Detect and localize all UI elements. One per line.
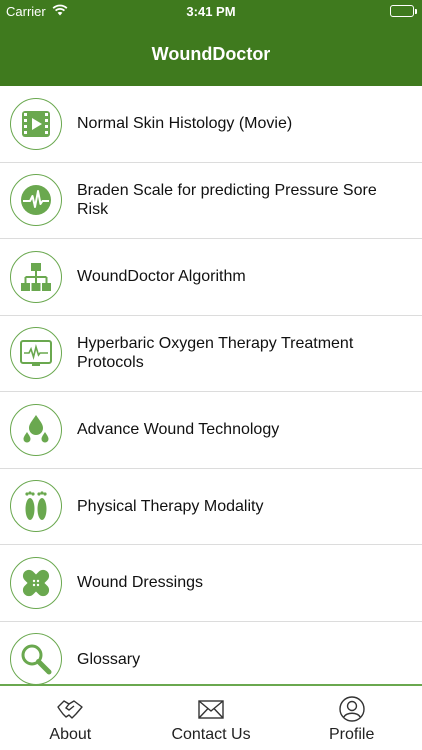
menu-item-label: Braden Scale for predicting Pressure Sor…	[77, 182, 377, 219]
menu-list: Normal Skin Histology (Movie) Braden Sca…	[0, 86, 422, 684]
menu-item-wound-dressings[interactable]: Wound Dressings	[0, 545, 422, 622]
video-icon	[10, 97, 62, 150]
navigation-bar: WoundDoctor	[0, 22, 422, 86]
menu-item-label: Normal Skin Histology (Movie)	[77, 115, 293, 133]
tab-bar: About Contact Us Profile	[0, 684, 422, 750]
tab-profile-label: Profile	[329, 726, 375, 743]
status-time: 3:41 PM	[186, 4, 236, 19]
tab-about[interactable]: About	[0, 686, 141, 750]
menu-item-label: Advance Wound Technology	[77, 421, 280, 439]
menu-item-label: Glossary	[77, 650, 141, 668]
heartbeat-icon	[10, 174, 62, 227]
monitor-icon	[10, 327, 62, 380]
handshake-icon	[57, 700, 84, 719]
magnifier-icon	[10, 633, 62, 684]
tab-contact-us[interactable]: Contact Us	[141, 686, 282, 750]
menu-item-braden-scale[interactable]: Braden Scale for predicting Pressure Sor…	[0, 163, 422, 239]
status-bar: Carrier 3:41 PM	[0, 0, 422, 22]
menu-item-label: Hyperbaric Oxygen Therapy Treatment Prot…	[77, 335, 354, 372]
menu-item-label: WoundDoctor Algorithm	[77, 268, 246, 286]
flowchart-icon	[10, 250, 62, 303]
menu-item-label: Wound Dressings	[77, 574, 203, 592]
footprints-icon	[10, 480, 62, 533]
bandage-icon	[10, 556, 62, 609]
tab-profile[interactable]: Profile	[281, 686, 422, 750]
menu-item-advance-wound-technology[interactable]: Advance Wound Technology	[0, 392, 422, 469]
envelope-icon	[198, 700, 224, 719]
menu-item-hyperbaric-oxygen[interactable]: Hyperbaric Oxygen Therapy Treatment Prot…	[0, 316, 422, 392]
menu-item-normal-skin-histology[interactable]: Normal Skin Histology (Movie)	[0, 86, 422, 163]
menu-item-wounddoctor-algorithm[interactable]: WoundDoctor Algorithm	[0, 239, 422, 316]
tab-contact-label: Contact Us	[171, 726, 251, 743]
menu-item-glossary[interactable]: Glossary	[0, 622, 422, 684]
user-icon	[338, 696, 365, 722]
tab-about-label: About	[49, 726, 92, 743]
menu-item-physical-therapy-modality[interactable]: Physical Therapy Modality	[0, 469, 422, 545]
menu-item-label: Physical Therapy Modality	[77, 497, 264, 515]
battery-icon	[390, 5, 417, 17]
drops-icon	[10, 403, 62, 456]
page-title: WoundDoctor	[151, 44, 271, 64]
